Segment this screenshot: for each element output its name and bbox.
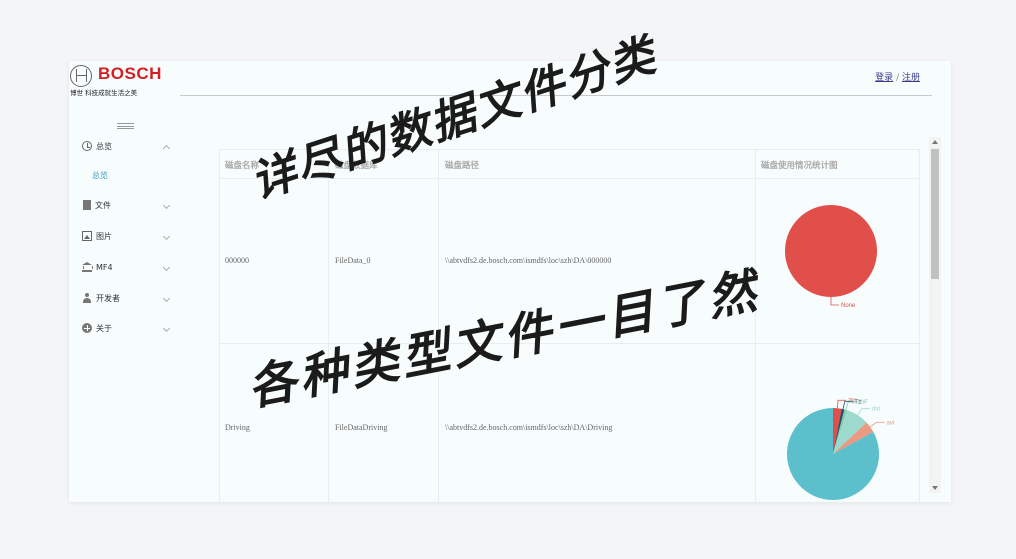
- auth-separator: /: [896, 73, 900, 83]
- brand-slogan: 博世 科技成就生活之美: [70, 89, 138, 97]
- disk-usage-pie-chart: zip 7zRIFdatavi: [787, 398, 895, 500]
- column-header-disk-path: 磁盘路径: [445, 161, 480, 171]
- sidebar-item-developer[interactable]: 开发者: [82, 290, 172, 306]
- chevron-down-icon: [162, 294, 171, 302]
- pie-label-line: [869, 421, 885, 428]
- bank-icon: [82, 262, 93, 272]
- sidebar-item-mf4[interactable]: MF4: [82, 259, 172, 275]
- sidebar-item-label: 开发者: [96, 293, 120, 303]
- vertical-scrollbar[interactable]: [929, 137, 941, 493]
- sidebar-item-label: MF4: [96, 262, 113, 272]
- bosch-armature-icon: [70, 65, 92, 87]
- chevron-up-icon: [162, 144, 171, 152]
- cell-disk-database: FileData_0: [335, 256, 371, 265]
- cell-disk-database: FileDataDriving: [335, 423, 388, 432]
- sidebar-item-files[interactable]: 文件: [82, 197, 172, 213]
- menu-toggle-icon[interactable]: [117, 123, 134, 129]
- column-header-disk-usage-chart: 磁盘使用情况统计图: [761, 161, 838, 171]
- sidebar-item-label: 关于: [96, 323, 112, 333]
- cell-disk-path: \\abtvdfs2.de.bosch.com\ismdfs\loc\szh\D…: [445, 423, 613, 432]
- pie-label-None: None: [841, 303, 856, 309]
- sidebar-item-label: 文件: [95, 200, 111, 210]
- register-link[interactable]: 注册: [902, 73, 920, 83]
- chevron-down-icon: [162, 232, 171, 240]
- cell-disk-path: \\abtvdfs2.de.bosch.com\ismdfs\loc\szh\D…: [445, 256, 612, 265]
- sidebar-item-label: 图片: [96, 231, 112, 241]
- cell-disk-name: 000000: [225, 256, 249, 265]
- auth-links: 登录 / 注册: [875, 70, 920, 83]
- file-icon: [83, 200, 91, 210]
- pie-label-line: [830, 297, 839, 306]
- sidebar-item-about[interactable]: 关于: [82, 320, 172, 336]
- user-icon: [82, 293, 92, 303]
- pie-label-avi: avi: [887, 420, 895, 426]
- disk-usage-pie-chart: None: [785, 205, 877, 309]
- chevron-down-icon: [162, 201, 171, 209]
- pie-label-RIF: RIF: [858, 400, 868, 406]
- plus-circle-icon: [82, 323, 92, 333]
- pie-label-dat: dat: [872, 406, 881, 412]
- pie-label-line: [857, 408, 870, 416]
- image-icon: [82, 231, 92, 241]
- sidebar-item-overview[interactable]: 总览: [82, 138, 172, 154]
- brand-name: BOSCH: [98, 64, 162, 83]
- sidebar-item-images[interactable]: 图片: [82, 228, 172, 244]
- cell-disk-name: Driving: [225, 423, 250, 432]
- scroll-down-arrow-icon[interactable]: [932, 486, 938, 490]
- scrollbar-thumb[interactable]: [931, 149, 939, 279]
- sidebar-item-label: 总览: [96, 141, 112, 151]
- chevron-down-icon: [162, 324, 171, 332]
- clock-icon: [82, 141, 92, 151]
- sidebar-subitem-overview[interactable]: 总览: [92, 170, 108, 181]
- scroll-up-arrow-icon[interactable]: [932, 140, 938, 144]
- chevron-down-icon: [162, 263, 171, 271]
- pie-slice-None[interactable]: [785, 205, 877, 297]
- login-link[interactable]: 登录: [875, 73, 893, 83]
